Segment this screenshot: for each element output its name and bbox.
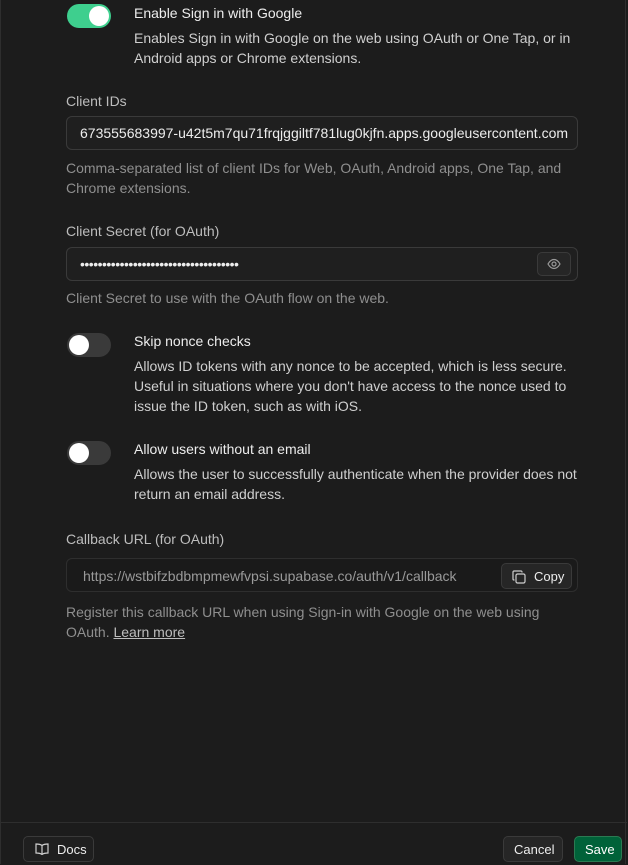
callback-help: Register this callback URL when using Si… <box>66 602 566 642</box>
enable-google-title: Enable Sign in with Google <box>134 5 303 21</box>
skip-nonce-toggle[interactable] <box>67 333 111 357</box>
enable-google-toggle[interactable] <box>67 4 111 28</box>
client-secret-input[interactable]: •••••••••••••••••••••••••••••••••••• <box>66 247 578 281</box>
skip-nonce-description: Allows ID tokens with any nonce to be ac… <box>134 358 567 414</box>
save-button[interactable]: Save <box>574 836 622 862</box>
docs-label: Docs <box>57 842 87 857</box>
toggle-knob <box>69 335 89 355</box>
copy-callback-button[interactable]: Copy <box>501 563 572 589</box>
panel-footer: Docs Cancel Save <box>1 822 627 865</box>
cancel-button[interactable]: Cancel <box>503 836 563 862</box>
cancel-label: Cancel <box>514 842 555 857</box>
learn-more-link[interactable]: Learn more <box>113 624 185 640</box>
copy-label: Copy <box>534 569 565 584</box>
toggle-knob <box>89 6 109 26</box>
toggle-knob <box>69 443 89 463</box>
reveal-secret-button[interactable] <box>537 252 571 276</box>
client-secret-help: Client Secret to use with the OAuth flow… <box>66 290 389 306</box>
callback-url-value: https://wstbifzbdbmpmewfvpsi.supabase.co… <box>83 568 457 584</box>
client-secret-label: Client Secret (for OAuth) <box>66 223 220 239</box>
callback-url-label: Callback URL (for OAuth) <box>66 531 225 547</box>
client-ids-input[interactable]: 673555683997-u42t5m7qu71frqjggiltf781lug… <box>66 116 578 150</box>
allow-no-email-toggle[interactable] <box>67 441 111 465</box>
docs-button[interactable]: Docs <box>23 836 94 862</box>
provider-settings-panel: Enable Sign in with Google Enables Sign … <box>0 0 627 865</box>
client-ids-label: Client IDs <box>66 93 127 109</box>
eye-icon <box>547 258 561 270</box>
client-ids-help: Comma-separated list of client IDs for W… <box>66 160 562 196</box>
skip-nonce-title: Skip nonce checks <box>134 333 251 349</box>
client-ids-value: 673555683997-u42t5m7qu71frqjggiltf781lug… <box>80 125 569 141</box>
save-label: Save <box>585 842 615 857</box>
callback-url-field: https://wstbifzbdbmpmewfvpsi.supabase.co… <box>66 558 578 592</box>
copy-icon <box>512 570 526 584</box>
enable-google-description: Enables Sign in with Google on the web u… <box>134 30 571 66</box>
client-secret-value: •••••••••••••••••••••••••••••••••••• <box>80 256 239 272</box>
book-open-icon <box>35 843 49 855</box>
allow-no-email-description: Allows the user to successfully authenti… <box>134 466 577 502</box>
allow-no-email-title: Allow users without an email <box>134 441 311 457</box>
